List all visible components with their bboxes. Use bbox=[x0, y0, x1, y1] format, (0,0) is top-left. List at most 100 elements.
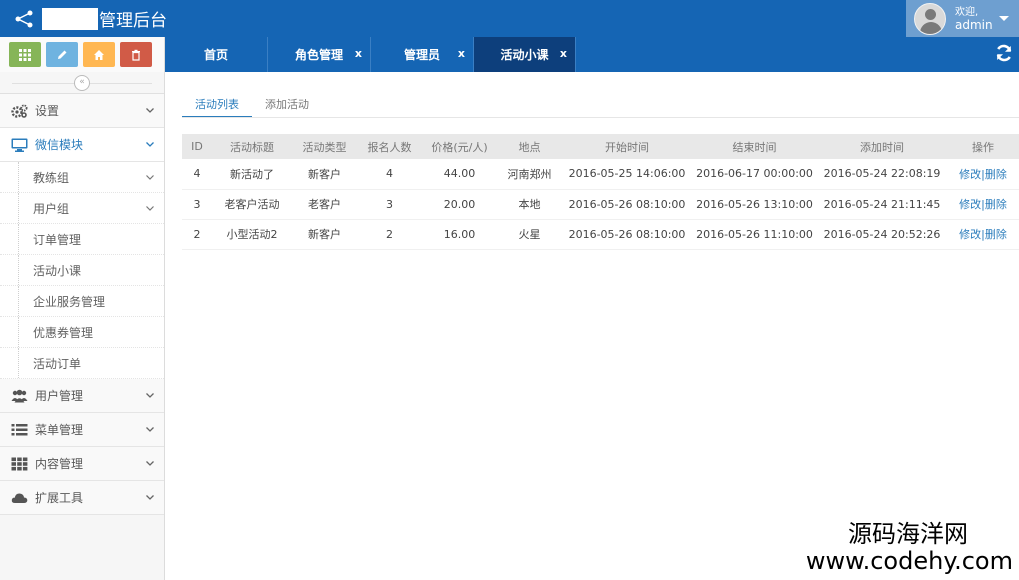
sidebar-item-label: 用户管理 bbox=[35, 389, 84, 403]
cell-title: 小型活动2 bbox=[226, 228, 278, 241]
sidebar-item-extension-tools[interactable]: 扩展工具 bbox=[0, 481, 164, 515]
submenu-item-coupons[interactable]: 优惠券管理 bbox=[0, 317, 164, 348]
cell-type: 新客户 bbox=[308, 228, 341, 241]
cell-type: 老客户 bbox=[308, 198, 341, 211]
sidebar-collapse-row: « bbox=[0, 72, 164, 94]
cell-end-time: 2016-05-26 13:10:00 bbox=[696, 197, 813, 211]
cell-type: 新客户 bbox=[308, 167, 341, 181]
table-row: 3 老客户活动 老客户 3 20.00 本地 2016-05-26 08:10:… bbox=[182, 189, 1019, 219]
chevron-down-icon bbox=[146, 175, 154, 180]
activity-table: ID 活动标题 活动类型 报名人数 价格(元/人) 地点 开始时间 结束时间 添… bbox=[182, 134, 1019, 250]
edit-link[interactable]: 修改| bbox=[959, 198, 985, 211]
cell-added-time: 2016-05-24 20:52:26 bbox=[823, 227, 941, 241]
column-header: 活动标题 bbox=[212, 134, 292, 159]
subtab-add-activity[interactable]: 添加活动 bbox=[252, 90, 322, 118]
cloud-icon bbox=[11, 493, 28, 503]
cell-start-time: 2016-05-26 08:10:00 bbox=[568, 197, 686, 211]
submenu-item-activity-orders[interactable]: 活动订单 bbox=[0, 348, 164, 379]
cell-location: 本地 bbox=[518, 198, 541, 211]
submenu-item-label: 优惠券管理 bbox=[33, 325, 94, 340]
sidebar-item-content-management[interactable]: 内容管理 bbox=[0, 447, 164, 481]
shortcut-edit-button[interactable] bbox=[46, 42, 78, 67]
submenu-item-activity-class[interactable]: 活动小课 bbox=[0, 255, 164, 286]
watermark: 源码海洋网 www.codehy.com bbox=[806, 520, 1013, 574]
user-name: admin bbox=[955, 17, 993, 32]
cell-actions: 修改|删除 bbox=[947, 219, 1019, 249]
cell-added-time: 2016-05-24 22:08:19 bbox=[823, 167, 941, 181]
cell-id: 4 bbox=[193, 167, 201, 181]
delete-link[interactable]: 删除 bbox=[985, 228, 1007, 241]
column-header: 报名人数 bbox=[357, 134, 422, 159]
sidebar-item-wechat[interactable]: 微信模块 bbox=[0, 128, 164, 162]
column-header: 活动类型 bbox=[292, 134, 357, 159]
cell-signups: 2 bbox=[386, 227, 393, 241]
submenu-item-label: 活动小课 bbox=[33, 263, 82, 278]
sidebar-item-label: 微信模块 bbox=[35, 138, 84, 152]
cell-location: 火星 bbox=[518, 228, 541, 241]
sidebar-item-settings[interactable]: 设置 bbox=[0, 94, 164, 128]
tab-home[interactable]: 首页 bbox=[165, 37, 268, 72]
delete-link[interactable]: 删除 bbox=[985, 198, 1007, 211]
cell-price: 20.00 bbox=[443, 197, 476, 211]
column-header: 开始时间 bbox=[562, 134, 692, 159]
column-header: 操作 bbox=[947, 134, 1019, 159]
brand[interactable]: 管理后台 bbox=[14, 0, 167, 37]
column-header: 添加时间 bbox=[817, 134, 947, 159]
chevron-down-icon bbox=[146, 495, 154, 500]
user-menu[interactable]: 欢迎, admin bbox=[906, 0, 1019, 37]
delete-link[interactable]: 删除 bbox=[985, 168, 1007, 181]
cell-title: 新活动了 bbox=[230, 167, 274, 181]
main-content: 活动列表 添加活动 ID 活动标题 活动类型 报名人数 价格(元/人) 地点 开… bbox=[165, 72, 1019, 580]
submenu-item-enterprise-service[interactable]: 企业服务管理 bbox=[0, 286, 164, 317]
cell-added-time: 2016-05-24 21:11:45 bbox=[823, 197, 941, 211]
list-icon bbox=[11, 423, 28, 435]
chevron-down-icon bbox=[146, 142, 154, 147]
submenu-item-label: 订单管理 bbox=[33, 232, 82, 247]
close-icon[interactable]: x bbox=[355, 47, 362, 60]
submenu-item-label: 活动订单 bbox=[33, 356, 82, 371]
sidebar-item-label: 扩展工具 bbox=[35, 491, 84, 505]
tab-label: 首页 bbox=[203, 48, 228, 62]
shortcut-grid-button[interactable] bbox=[9, 42, 41, 67]
cell-price: 44.00 bbox=[443, 167, 476, 181]
avatar bbox=[914, 2, 946, 35]
cell-actions: 修改|删除 bbox=[947, 189, 1019, 219]
shortcut-delete-button[interactable] bbox=[120, 42, 152, 67]
share-icon bbox=[15, 10, 33, 27]
submenu-item-label: 教练组 bbox=[33, 170, 70, 185]
tab-role-management[interactable]: 角色管理 x bbox=[268, 37, 371, 72]
wechat-submenu: 教练组 用户组 订单管理 活动小课 企业服务管理 优惠券管理 活动订单 bbox=[0, 162, 164, 379]
edit-link[interactable]: 修改| bbox=[959, 228, 985, 241]
edit-link[interactable]: 修改| bbox=[959, 168, 985, 181]
double-chevron-left-icon[interactable]: « bbox=[74, 74, 90, 91]
subtab-activity-list[interactable]: 活动列表 bbox=[182, 90, 252, 118]
cell-start-time: 2016-05-26 08:10:00 bbox=[568, 227, 686, 241]
trash-icon bbox=[132, 49, 140, 61]
shortcut-home-button[interactable] bbox=[83, 42, 115, 67]
close-icon[interactable]: x bbox=[560, 47, 567, 60]
tab-admin[interactable]: 管理员 x bbox=[371, 37, 474, 72]
cell-start-time: 2016-05-25 14:06:00 bbox=[568, 167, 686, 181]
tab-activity-class[interactable]: 活动小课 x bbox=[474, 37, 576, 72]
submenu-item-user-group[interactable]: 用户组 bbox=[0, 193, 164, 224]
cell-title: 老客户活动 bbox=[224, 198, 280, 211]
submenu-item-coach-group[interactable]: 教练组 bbox=[0, 162, 164, 193]
cell-end-time: 2016-05-26 11:10:00 bbox=[696, 227, 813, 241]
table-row: 2 小型活动2 新客户 2 16.00 火星 2016-05-26 08:10:… bbox=[182, 219, 1019, 249]
sidebar-item-menu-management[interactable]: 菜单管理 bbox=[0, 413, 164, 447]
shortcut-bar bbox=[0, 37, 164, 72]
th-icon bbox=[11, 457, 28, 470]
page-tab-bar: 首页 角色管理 x 管理员 x 活动小课 x bbox=[165, 37, 1019, 72]
cogs-icon bbox=[11, 104, 28, 118]
cell-location: 河南郑州 bbox=[507, 167, 552, 181]
submenu-item-orders[interactable]: 订单管理 bbox=[0, 224, 164, 255]
users-icon bbox=[11, 389, 28, 402]
top-navbar: 管理后台 欢迎, admin bbox=[0, 0, 1019, 37]
chevron-down-icon bbox=[146, 393, 154, 398]
close-icon[interactable]: x bbox=[458, 47, 465, 60]
cell-signups: 4 bbox=[386, 167, 393, 181]
sidebar-item-user-management[interactable]: 用户管理 bbox=[0, 379, 164, 413]
submenu-item-label: 企业服务管理 bbox=[33, 294, 106, 309]
refresh-icon[interactable] bbox=[994, 43, 1014, 63]
cell-actions: 修改|删除 bbox=[947, 159, 1019, 189]
